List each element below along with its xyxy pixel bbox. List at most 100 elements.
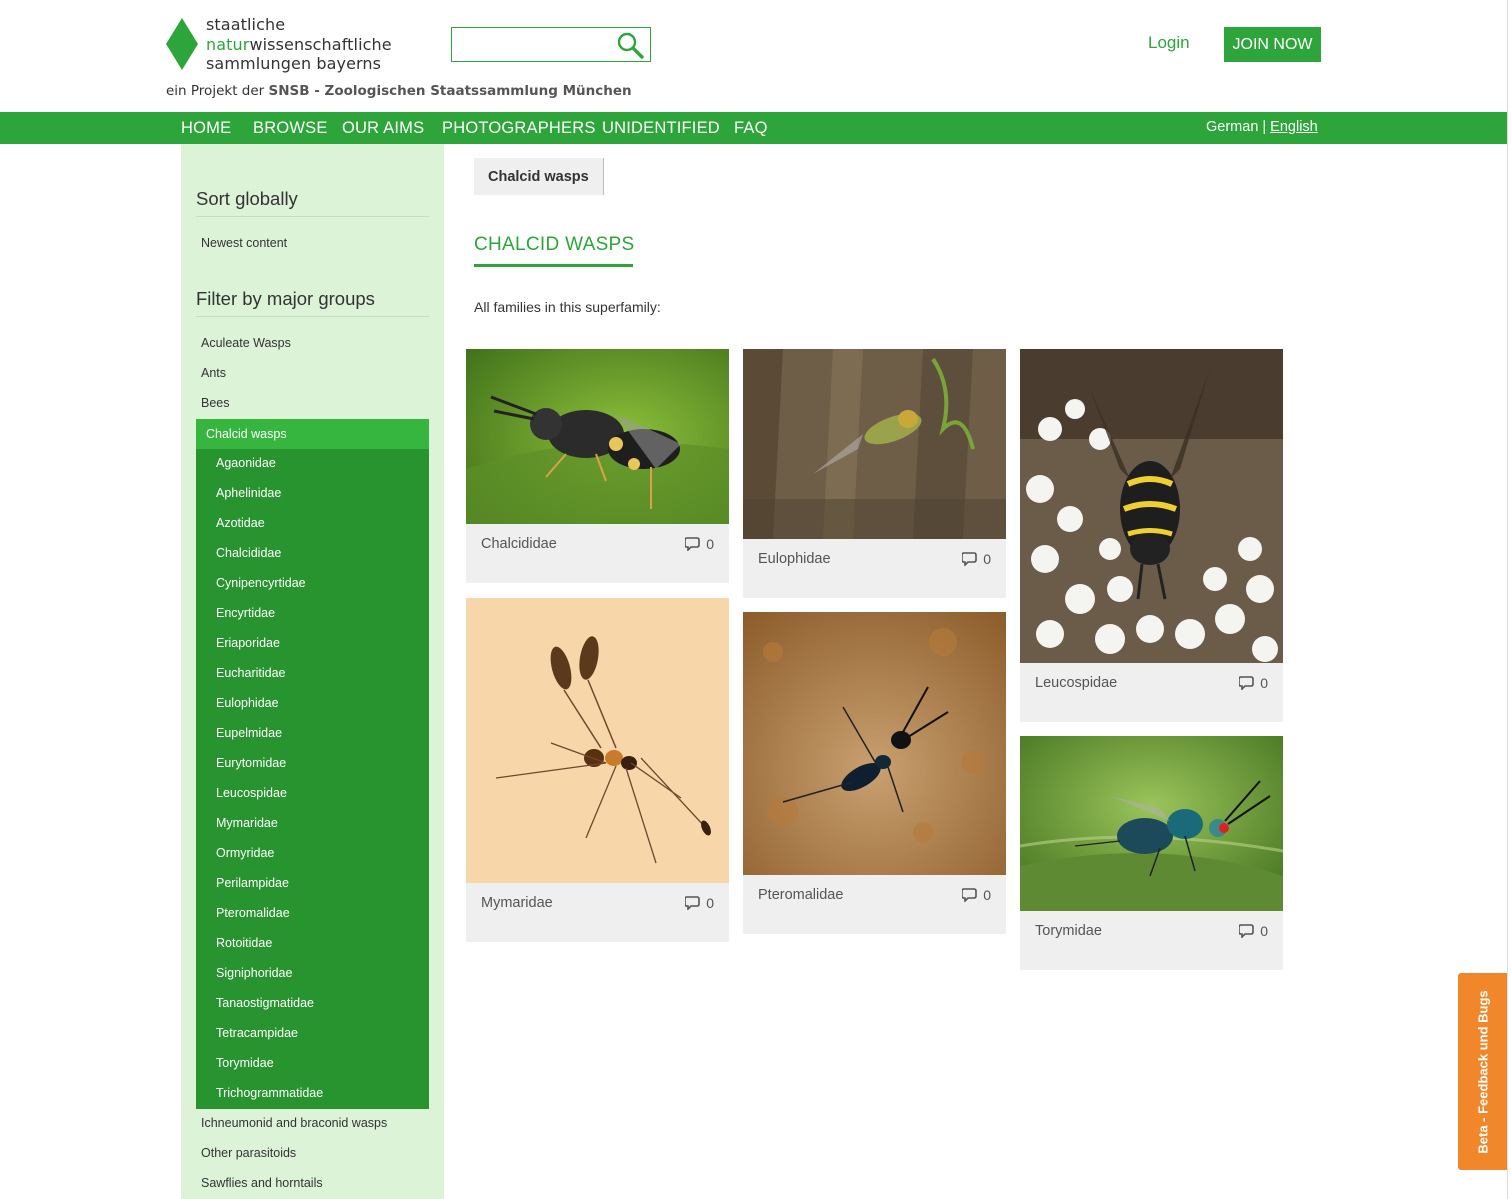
comment-count-value: 0 xyxy=(706,536,714,552)
lang-separator: | xyxy=(1262,119,1267,135)
subgroup-item[interactable]: Mymaridae xyxy=(216,816,278,830)
subgroup-item[interactable]: Perilampidae xyxy=(216,876,289,890)
comment-icon xyxy=(962,552,978,566)
filter-sidebar: Sort globally Newest content Filter by m… xyxy=(181,144,444,1199)
login-link[interactable]: Login xyxy=(1148,33,1190,53)
subgroup-item[interactable]: Eulophidae xyxy=(216,696,279,710)
intro-text: All families in this superfamily: xyxy=(474,299,661,315)
nav-browse[interactable]: BROWSE xyxy=(253,119,328,138)
logo-line-2-rest: wissenschaftliche xyxy=(249,34,392,54)
subgroup-item[interactable]: Eucharitidae xyxy=(216,666,286,680)
site-header: staatliche naturwissenschaftliche sammlu… xyxy=(0,0,1507,112)
subgroup-item[interactable]: Leucospidae xyxy=(216,786,287,800)
lang-english[interactable]: English xyxy=(1270,119,1318,135)
family-name[interactable]: Mymaridae xyxy=(481,895,553,911)
subgroup-item[interactable]: Cynipencyrtidae xyxy=(216,576,306,590)
search-input[interactable] xyxy=(452,28,612,60)
subgroup-item[interactable]: Eupelmidae xyxy=(216,726,282,740)
family-card[interactable]: Torymidae 0 xyxy=(1020,736,1283,970)
language-switcher: German | English xyxy=(1206,119,1318,135)
family-name[interactable]: Eulophidae xyxy=(758,551,831,567)
comment-icon xyxy=(1239,924,1255,938)
comment-count: 0 xyxy=(962,551,991,567)
family-photo[interactable] xyxy=(743,349,1006,539)
subgroup-item[interactable]: Eurytomidae xyxy=(216,756,286,770)
comment-count: 0 xyxy=(685,536,714,552)
search-box xyxy=(451,27,651,62)
comment-count-value: 0 xyxy=(706,895,714,911)
family-card[interactable]: Pteromalidae 0 xyxy=(743,612,1006,934)
subgroup-item[interactable]: Encyrtidae xyxy=(216,606,275,620)
sidebar-item-chalcid-wasps-active[interactable]: Chalcid wasps xyxy=(196,419,429,449)
comment-icon xyxy=(685,896,701,910)
family-name[interactable]: Torymidae xyxy=(1035,923,1102,939)
family-name[interactable]: Pteromalidae xyxy=(758,887,843,903)
sidebar-item-aculeate-wasps[interactable]: Aculeate Wasps xyxy=(201,336,291,350)
comment-icon xyxy=(1239,676,1255,690)
nav-faq[interactable]: FAQ xyxy=(734,119,768,138)
subgroup-item[interactable]: Trichogrammatidae xyxy=(216,1086,323,1100)
nav-home[interactable]: HOME xyxy=(181,119,231,138)
sidebar-item-ichneumonid-braconid[interactable]: Ichneumonid and braconid wasps xyxy=(201,1116,387,1130)
title-underline xyxy=(474,264,633,267)
subtitle-prefix: ein Projekt der xyxy=(166,83,265,99)
page-title: CHALCID WASPS xyxy=(474,234,635,255)
join-now-button[interactable]: JOIN NOW xyxy=(1224,27,1321,62)
subgroup-item[interactable]: Ormyridae xyxy=(216,846,274,860)
family-photo[interactable] xyxy=(1020,736,1283,911)
page-border xyxy=(1507,0,1508,1199)
family-name[interactable]: Leucospidae xyxy=(1035,675,1117,691)
nav-unidentified[interactable]: UNIDENTIFIED xyxy=(602,119,720,138)
family-name[interactable]: Chalcididae xyxy=(481,536,557,552)
sidebar-item-newest-content[interactable]: Newest content xyxy=(201,236,287,250)
family-photo[interactable] xyxy=(466,349,729,524)
breadcrumb[interactable]: Chalcid wasps xyxy=(474,158,604,195)
feedback-tab-label: Beta - Feedback und Bugs xyxy=(1475,989,1490,1154)
logo-line-2-green: natur xyxy=(206,34,250,54)
nav-our-aims[interactable]: OUR AIMS xyxy=(342,119,424,138)
comment-count: 0 xyxy=(685,895,714,911)
logo-line-3: sammlungen bayerns xyxy=(206,54,382,73)
subgroup-item[interactable]: Signiphoridae xyxy=(216,966,292,980)
family-photo[interactable] xyxy=(466,598,729,883)
family-card[interactable]: Leucospidae 0 xyxy=(1020,349,1283,722)
diamond-logo-icon xyxy=(166,18,198,70)
lang-german[interactable]: German xyxy=(1206,119,1258,135)
family-card[interactable]: Chalcididae 0 xyxy=(466,349,729,583)
subgroup-item[interactable]: Pteromalidae xyxy=(216,906,290,920)
search-icon[interactable] xyxy=(616,31,644,59)
comment-icon xyxy=(962,888,978,902)
family-card[interactable]: Mymaridae 0 xyxy=(466,598,729,942)
nav-photographers[interactable]: PHOTOGRAPHERS xyxy=(442,119,596,138)
subgroup-list: Agaonidae Aphelinidae Azotidae Chalcidid… xyxy=(196,449,429,1109)
comment-count: 0 xyxy=(1239,675,1268,691)
comment-count-value: 0 xyxy=(983,887,991,903)
logo-text: staatliche naturwissenschaftliche sammlu… xyxy=(206,15,392,74)
feedback-tab[interactable]: Beta - Feedback und Bugs xyxy=(1458,973,1507,1170)
subgroup-item[interactable]: Eriaporidae xyxy=(216,636,280,650)
comment-count-value: 0 xyxy=(1260,675,1268,691)
family-photo[interactable] xyxy=(743,612,1006,875)
subgroup-item[interactable]: Tetracampidae xyxy=(216,1026,298,1040)
logo-line-2: naturwissenschaftliche xyxy=(206,35,392,55)
comment-count: 0 xyxy=(1239,923,1268,939)
family-photo[interactable] xyxy=(1020,349,1283,663)
subgroup-item[interactable]: Torymidae xyxy=(216,1056,274,1070)
subgroup-item[interactable]: Aphelinidae xyxy=(216,486,281,500)
subtitle-institution: SNSB - Zoologischen Staatssammlung Münch… xyxy=(268,83,632,99)
family-card[interactable]: Eulophidae 0 xyxy=(743,349,1006,598)
subgroup-item[interactable]: Agaonidae xyxy=(216,456,276,470)
subgroup-item[interactable]: Azotidae xyxy=(216,516,265,530)
comment-count-value: 0 xyxy=(1260,923,1268,939)
sidebar-item-other-parasitoids[interactable]: Other parasitoids xyxy=(201,1146,296,1160)
site-logo[interactable]: staatliche naturwissenschaftliche sammlu… xyxy=(166,15,406,74)
main-nav: HOME BROWSE OUR AIMS PHOTOGRAPHERS UNIDE… xyxy=(0,112,1507,144)
filter-heading: Filter by major groups xyxy=(196,288,429,317)
subgroup-item[interactable]: Rotoitidae xyxy=(216,936,272,950)
sidebar-item-bees[interactable]: Bees xyxy=(201,396,230,410)
subgroup-item[interactable]: Tanaostigmatidae xyxy=(216,996,314,1010)
sidebar-item-ants[interactable]: Ants xyxy=(201,366,226,380)
subgroup-item[interactable]: Chalcididae xyxy=(216,546,281,560)
comment-icon xyxy=(685,537,701,551)
sidebar-item-sawflies-horntails[interactable]: Sawflies and horntails xyxy=(201,1176,323,1190)
